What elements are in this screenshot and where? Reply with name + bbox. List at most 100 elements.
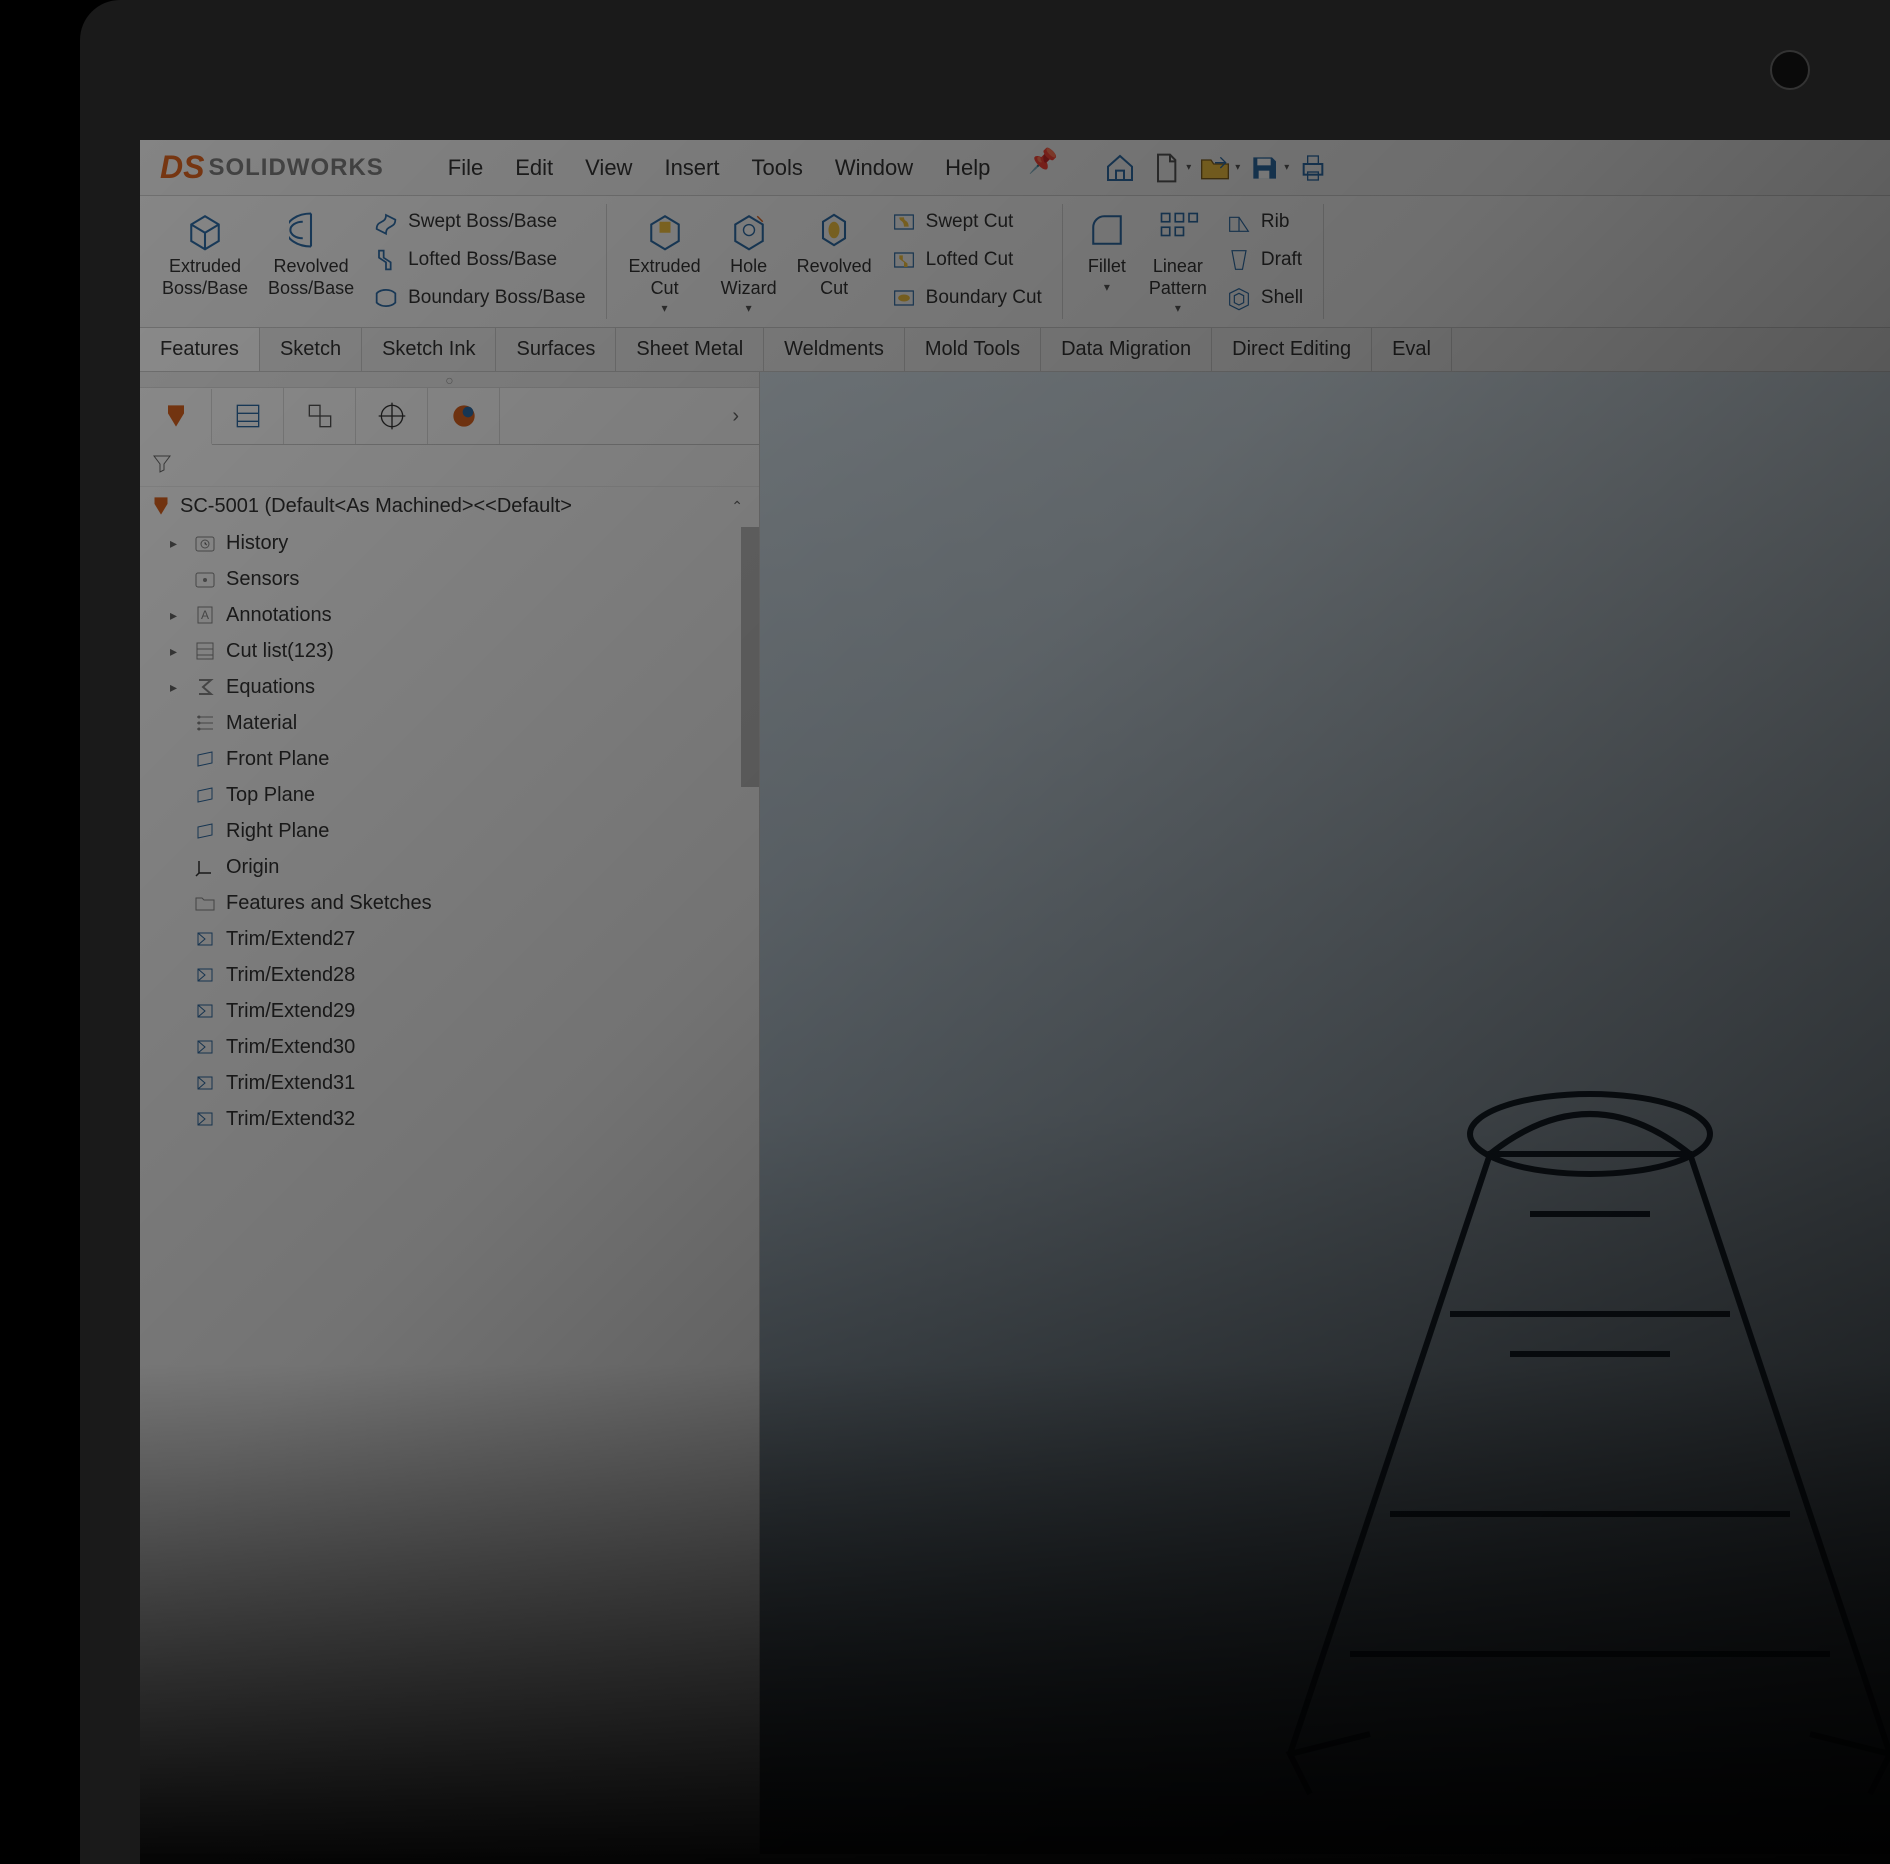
tree-caret-icon[interactable]: ▸ [170,607,184,624]
ribbon-group-cut: Extruded Cut ▾ Hole Wizard ▾ Revolved Cu… [607,204,1063,319]
fillet-dropdown-icon[interactable]: ▾ [1104,280,1110,294]
tree-updown-icon[interactable]: ⌃ [731,498,751,515]
tab-features[interactable]: Features [140,328,260,371]
tab-surfaces[interactable]: Surfaces [496,328,616,371]
tree-item[interactable]: Sensors [140,561,759,597]
tree-item-label: Trim/Extend29 [226,1000,355,1023]
boundary-boss-button[interactable]: Boundary Boss/Base [364,280,593,316]
tab-sketch-ink[interactable]: Sketch Ink [362,328,496,371]
rib-button[interactable]: Rib [1217,204,1311,240]
trim-icon [192,962,218,988]
fillet-button[interactable]: Fillet ▾ [1075,204,1139,319]
app-logo: DS SOLIDWORKS [140,149,404,186]
swept-boss-button[interactable]: Swept Boss/Base [364,204,593,240]
extruded-boss-button[interactable]: Extruded Boss/Base [152,204,258,316]
trim-icon [192,1070,218,1096]
extruded-cut-dropdown-icon[interactable]: ▾ [662,301,668,315]
svg-text:A: A [201,608,209,622]
tree-item[interactable]: Right Plane [140,813,759,849]
linear-pattern-dropdown-icon[interactable]: ▾ [1175,301,1181,315]
menu-tools[interactable]: Tools [737,147,816,189]
hole-wizard-button[interactable]: Hole Wizard ▾ [711,204,787,319]
linear-pattern-button[interactable]: Linear Pattern ▾ [1139,204,1217,319]
lofted-boss-label: Lofted Boss/Base [408,249,557,271]
panel-grip[interactable]: ○ [140,372,759,388]
revolved-cut-button[interactable]: Revolved Cut [787,204,882,319]
hole-wizard-label: Hole Wizard [721,256,777,299]
tree-item-label: Front Plane [226,748,329,771]
menu-help[interactable]: Help [931,147,1004,189]
swept-cut-button[interactable]: Swept Cut [882,204,1050,240]
open-button[interactable] [1193,146,1237,190]
save-button[interactable] [1242,146,1286,190]
tree-item[interactable]: Trim/Extend31 [140,1065,759,1101]
app-window: DS SOLIDWORKS File Edit View Insert Tool… [140,140,1890,1864]
menu-window[interactable]: Window [821,147,927,189]
tab-sheet-metal[interactable]: Sheet Metal [616,328,764,371]
quick-access-toolbar: ▾ ▾ ▾ [1098,146,1335,190]
tree-item[interactable]: Origin [140,849,759,885]
trim-icon [192,1106,218,1132]
tree-item[interactable]: Trim/Extend32 [140,1101,759,1137]
tree-item[interactable]: Features and Sketches [140,885,759,921]
tree-root-node[interactable]: SC-5001 (Default<As Machined><<Default> … [140,487,759,525]
tree-caret-icon[interactable]: ▸ [170,643,184,660]
linear-pattern-label: Linear Pattern [1149,256,1207,299]
lofted-boss-button[interactable]: Lofted Boss/Base [364,242,593,278]
tree-item[interactable]: Trim/Extend28 [140,957,759,993]
tree-scrollbar[interactable] [741,527,759,787]
tree-filter[interactable] [140,445,759,487]
tree-item-label: Trim/Extend30 [226,1036,355,1059]
tree-item[interactable]: Top Plane [140,777,759,813]
panel-tabs: › [140,388,759,445]
tree-item[interactable]: Trim/Extend30 [140,1029,759,1065]
tree-item[interactable]: ▸AAnnotations [140,597,759,633]
tab-data-migration[interactable]: Data Migration [1041,328,1212,371]
logo-text: SOLIDWORKS [208,154,383,182]
tree-item[interactable]: Material [140,705,759,741]
hole-wizard-dropdown-icon[interactable]: ▾ [746,301,752,315]
shell-button[interactable]: Shell [1217,280,1311,316]
tree-item-label: Origin [226,856,279,879]
tab-weldments[interactable]: Weldments [764,328,905,371]
dimxpert-tab[interactable] [356,388,428,444]
pin-icon[interactable]: 📌 [1028,147,1058,189]
new-button[interactable] [1144,146,1188,190]
plane-icon [192,782,218,808]
tree-item[interactable]: ▸History [140,525,759,561]
display-tab[interactable] [428,388,500,444]
tab-sketch[interactable]: Sketch [260,328,362,371]
lofted-cut-button[interactable]: Lofted Cut [882,242,1050,278]
tree-item[interactable]: ▸Cut list(123) [140,633,759,669]
tab-direct-editing[interactable]: Direct Editing [1212,328,1372,371]
menu-insert[interactable]: Insert [650,147,733,189]
menu-view[interactable]: View [571,147,646,189]
draft-button[interactable]: Draft [1217,242,1311,278]
tree-caret-icon[interactable]: ▸ [170,679,184,696]
folder-clock-icon [192,530,218,556]
menu-edit[interactable]: Edit [501,147,567,189]
tree-item-label: Features and Sketches [226,892,432,915]
print-button[interactable] [1291,146,1335,190]
menu-file[interactable]: File [434,147,497,189]
tree-item[interactable]: ▸Equations [140,669,759,705]
extruded-cut-button[interactable]: Extruded Cut ▾ [619,204,711,319]
command-tabbar: Features Sketch Sketch Ink Surfaces Shee… [140,328,1890,372]
viewport-3d[interactable] [760,372,1890,1854]
revolved-boss-button[interactable]: Revolved Boss/Base [258,204,364,316]
panel-expand-icon[interactable]: › [712,405,759,428]
tree-item[interactable]: Trim/Extend27 [140,921,759,957]
tree-item[interactable]: Trim/Extend29 [140,993,759,1029]
tree-item[interactable]: Front Plane [140,741,759,777]
plane-icon [192,746,218,772]
tab-evaluate[interactable]: Eval [1372,328,1452,371]
boundary-cut-button[interactable]: Boundary Cut [882,280,1050,316]
tab-mold-tools[interactable]: Mold Tools [905,328,1041,371]
origin-icon [192,854,218,880]
tree-caret-icon[interactable]: ▸ [170,535,184,552]
configuration-tab[interactable] [284,388,356,444]
property-manager-tab[interactable] [212,388,284,444]
tree-root-label: SC-5001 (Default<As Machined><<Default> [180,495,572,518]
home-button[interactable] [1098,146,1142,190]
feature-tree-tab[interactable] [140,389,212,445]
